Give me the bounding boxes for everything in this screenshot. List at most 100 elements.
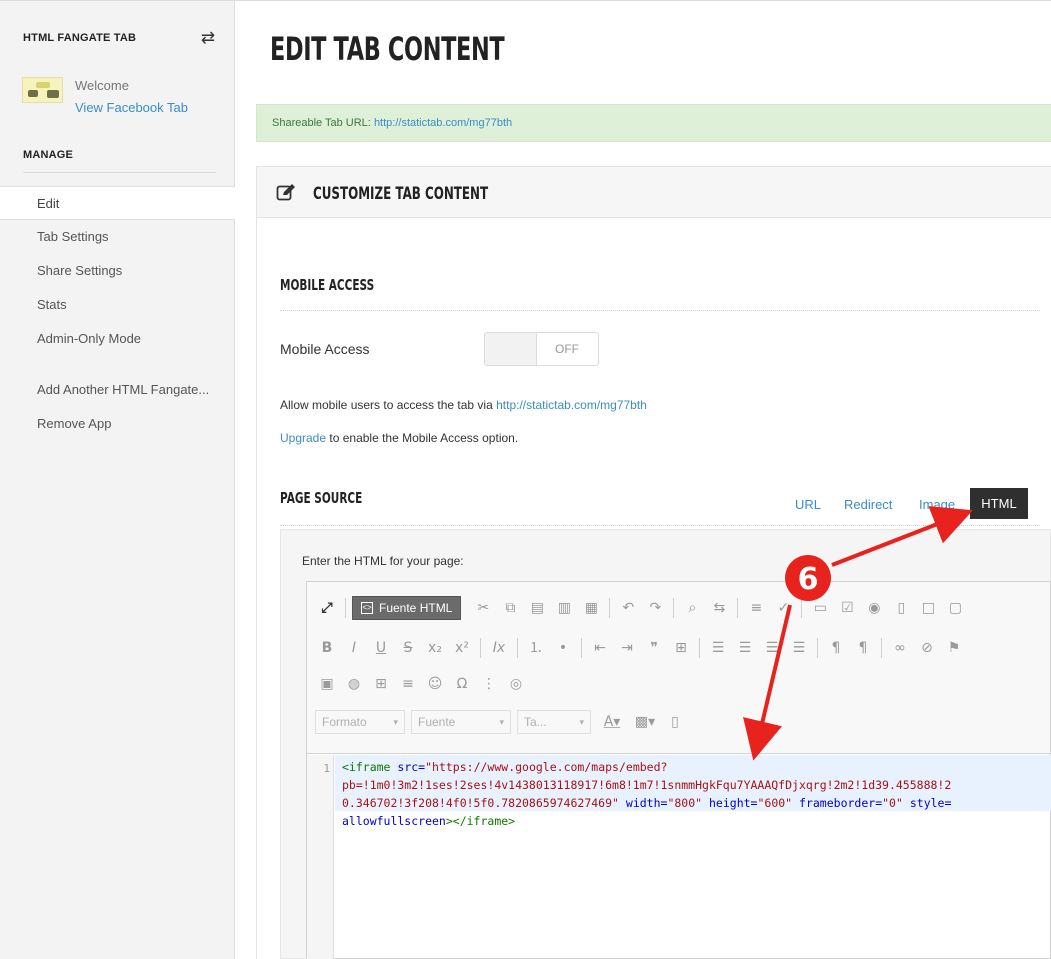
switch-app-icon[interactable]: ⇄ [198, 29, 218, 47]
shareable-url-alert: Shareable Tab URL: http://statictab.com/… [256, 104, 1051, 142]
code-line: allowfullscreen></iframe> [342, 814, 515, 828]
size-dropdown-value: Ta... [524, 715, 547, 729]
unlink-icon[interactable]: ⊘ [915, 636, 939, 660]
indent-icon[interactable]: ⇥ [615, 636, 639, 660]
code-attr: allowfullscreen [342, 814, 446, 828]
manage-heading: MANAGE [23, 149, 74, 161]
code-attr: src= [397, 760, 426, 774]
rtl-icon[interactable]: ¶ [851, 636, 875, 660]
sidebar-item-admin-only-mode[interactable]: Admin-Only Mode [37, 331, 141, 346]
text-color-icon[interactable]: A▾ [597, 710, 627, 734]
tab-image[interactable]: Image [919, 497, 955, 512]
radio-icon[interactable]: ◉ [862, 596, 886, 620]
horizontal-rule-icon[interactable]: ≡ [396, 672, 420, 696]
tab-redirect[interactable]: Redirect [844, 497, 892, 512]
code-line: pb=!1m0!3m2!1ses!2ses!4v1438013118917!6m… [342, 778, 951, 792]
mobile-access-description: Allow mobile users to access the tab via… [280, 398, 647, 412]
outdent-icon[interactable]: ⇤ [588, 636, 612, 660]
tab-welcome-name: Welcome [75, 78, 129, 93]
paste-text-icon[interactable]: ▥ [552, 596, 576, 620]
strikethrough-icon[interactable]: S [396, 636, 420, 660]
paste-icon[interactable]: ▤ [525, 596, 549, 620]
sidebar-item-share-settings[interactable]: Share Settings [37, 263, 122, 278]
code-string: "800" [667, 796, 703, 810]
upgrade-link[interactable]: Upgrade [280, 431, 326, 445]
link-icon[interactable]: ∞ [888, 636, 912, 660]
underline-icon[interactable]: U [369, 636, 393, 660]
ltr-icon[interactable]: ¶ [824, 636, 848, 660]
blockquote-icon[interactable]: ❞ [642, 636, 666, 660]
code-editor[interactable]: 1 <iframe src="https://www.google.com/ma… [307, 755, 1051, 959]
bulleted-list-icon[interactable]: • [551, 636, 575, 660]
page-source-heading: PAGE SOURCE [280, 489, 363, 507]
image-icon[interactable]: ▣ [315, 672, 339, 696]
numbered-list-icon[interactable]: ⒈ [524, 636, 548, 660]
div-container-icon[interactable]: ⊞ [669, 636, 693, 660]
code-string: 0.346702!3f208!4f0!5f0.7820865974627469" [342, 796, 619, 810]
code-tag-close: ></iframe> [445, 814, 516, 828]
divider [280, 525, 1040, 526]
toolbar-separator [699, 638, 700, 658]
font-dropdown[interactable]: Fuente ▾ [411, 710, 511, 734]
anchor-flag-icon[interactable]: ⚑ [942, 636, 966, 660]
cut-icon[interactable]: ✂ [471, 596, 495, 620]
justify-icon[interactable]: ☰ [787, 636, 811, 660]
toolbar-separator [517, 638, 518, 658]
code-line: 0.346702!3f208!4f0!5f0.7820865974627469"… [342, 796, 951, 810]
select-field-icon[interactable]: ▢ [943, 596, 967, 620]
align-center-icon[interactable]: ☰ [733, 636, 757, 660]
toolbar-separator [817, 638, 818, 658]
checkbox-icon[interactable]: ☑ [835, 596, 859, 620]
flash-icon[interactable]: ◍ [342, 672, 366, 696]
remove-format-icon[interactable]: Ix [487, 636, 511, 660]
format-dropdown[interactable]: Formato ▾ [315, 710, 405, 734]
align-left-icon[interactable]: ☰ [706, 636, 730, 660]
page-break-icon[interactable]: ⋮ [477, 672, 501, 696]
background-color-icon[interactable]: ▩▾ [630, 710, 660, 734]
select-all-icon[interactable]: ≡ [744, 596, 768, 620]
mobile-url-link[interactable]: http://statictab.com/mg77bth [496, 398, 647, 412]
show-blocks-icon[interactable]: ▯ [663, 710, 687, 734]
format-dropdown-value: Formato [322, 715, 367, 729]
tab-html[interactable]: HTML [970, 488, 1028, 519]
undo-icon[interactable]: ↶ [616, 596, 640, 620]
code-string: pb=!1m0!3m2!1ses!2ses!4v1438013118917!6m… [342, 778, 952, 792]
sidebar-item-remove-app[interactable]: Remove App [37, 416, 111, 431]
toolbar-separator [609, 598, 611, 618]
shareable-url-link[interactable]: http://statictab.com/mg77bth [374, 117, 512, 129]
maximize-icon[interactable]: ⤢ [315, 596, 339, 620]
sidebar-item-stats[interactable]: Stats [37, 297, 67, 312]
tab-url[interactable]: URL [795, 497, 821, 512]
mobile-access-toggle[interactable]: OFF [484, 332, 599, 366]
find-icon[interactable]: ⌕ [680, 596, 704, 620]
mobile-access-label: Mobile Access [280, 341, 370, 357]
textarea-icon[interactable]: □ [916, 596, 940, 620]
iframe-globe-icon[interactable]: ◎ [504, 672, 528, 696]
bold-icon[interactable]: B [315, 636, 339, 660]
toolbar-separator [581, 638, 582, 658]
spellcheck-icon[interactable]: ✓ [771, 596, 795, 620]
replace-icon[interactable]: ⇆ [707, 596, 731, 620]
view-facebook-tab-link[interactable]: View Facebook Tab [75, 100, 188, 115]
italic-icon[interactable]: I [342, 636, 366, 660]
paste-word-icon[interactable]: ▦ [579, 596, 603, 620]
size-dropdown[interactable]: Ta... ▾ [517, 710, 591, 734]
smiley-icon[interactable]: ☺ [423, 672, 447, 696]
code-attr: frameborder= [799, 796, 883, 810]
sidebar-item-edit[interactable]: Edit [0, 186, 235, 220]
source-button-label: Fuente HTML [379, 601, 453, 615]
sidebar-item-add-another[interactable]: Add Another HTML Fangate... [37, 382, 209, 397]
superscript-icon[interactable]: x² [450, 636, 474, 660]
table-icon[interactable]: ⊞ [369, 672, 393, 696]
redo-icon[interactable]: ↷ [643, 596, 667, 620]
editor-label: Enter the HTML for your page: [302, 554, 464, 568]
sidebar-item-tab-settings[interactable]: Tab Settings [37, 229, 109, 244]
code-attr: style= [909, 796, 952, 810]
source-html-button[interactable]: <> Fuente HTML [352, 596, 462, 620]
copy-icon[interactable]: ⧉ [498, 596, 522, 620]
form-icon[interactable]: ▭ [808, 596, 832, 620]
align-right-icon[interactable]: ☰ [760, 636, 784, 660]
special-char-icon[interactable]: Ω [450, 672, 474, 696]
subscript-icon[interactable]: x₂ [423, 636, 447, 660]
textfield-icon[interactable]: ▯ [889, 596, 913, 620]
